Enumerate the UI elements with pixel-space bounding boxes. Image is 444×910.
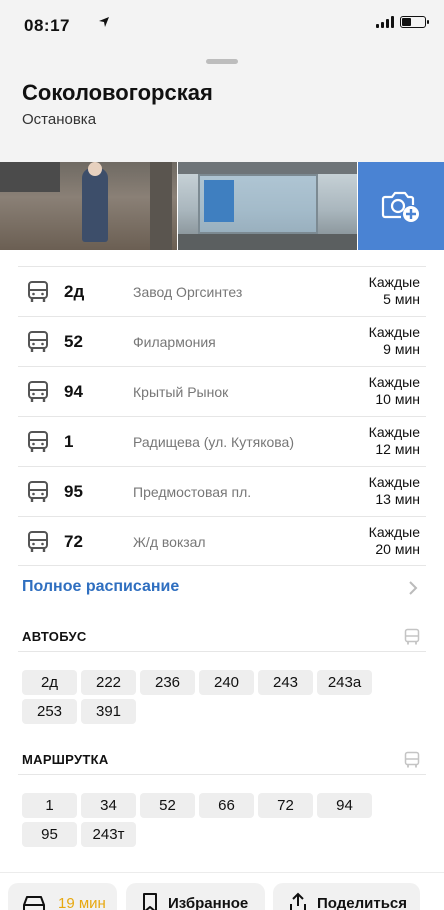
bus-icon: [28, 481, 48, 502]
route-row[interactable]: 94 Крытый Рынок Каждые 10 мин: [18, 366, 426, 416]
favorites-button[interactable]: Избранное: [126, 883, 265, 910]
share-icon: [290, 892, 306, 910]
car-icon: [23, 896, 45, 910]
route-chip[interactable]: 391: [81, 699, 136, 724]
route-number: 2д: [64, 282, 85, 301]
route-eta-button[interactable]: 19 мин: [8, 883, 117, 910]
status-time: 08:17: [24, 16, 70, 35]
bus-icon: [28, 531, 48, 552]
bus-icon: [28, 431, 48, 452]
bus-routes: 2д 222 236 240 243 243а 253 391: [22, 670, 382, 724]
route-chip[interactable]: 253: [22, 699, 77, 724]
bus-icon: [404, 628, 420, 645]
stop-subtitle: Остановка: [22, 111, 97, 128]
route-number: 95: [64, 482, 83, 501]
route-chip[interactable]: 243: [258, 670, 313, 695]
bus-icon: [28, 381, 48, 402]
route-chip[interactable]: 2д: [22, 670, 77, 695]
route-frequency: Каждые 20 мин: [368, 524, 420, 557]
stop-photo[interactable]: [178, 162, 357, 250]
add-photo-button[interactable]: [358, 162, 444, 250]
sheet-grabber[interactable]: [206, 59, 238, 64]
route-chip[interactable]: 72: [258, 793, 313, 818]
route-chip[interactable]: 94: [317, 793, 372, 818]
stop-photos: [0, 162, 444, 250]
stop-header: Соколовогорская Остановка: [0, 46, 444, 162]
signal-icon: [376, 16, 394, 28]
route-row[interactable]: 2д Завод Оргсинтез Каждые 5 мин: [18, 266, 426, 316]
route-destination: Крытый Рынок: [133, 384, 229, 400]
status-bar: 08:17: [0, 0, 444, 46]
share-button[interactable]: Поделиться: [273, 883, 420, 910]
route-number: 94: [64, 382, 83, 401]
route-destination: Завод Оргсинтез: [133, 284, 243, 300]
bus-icon: [28, 281, 48, 302]
bottom-action-bar: 19 мин Избранное Поделиться: [0, 872, 444, 910]
route-row[interactable]: 95 Предмостовая пл. Каждые 13 мин: [18, 466, 426, 516]
route-chip[interactable]: 95: [22, 822, 77, 847]
route-chip[interactable]: 243а: [317, 670, 372, 695]
route-destination: Филармония: [133, 334, 216, 350]
favorites-label: Избранное: [168, 894, 249, 910]
route-destination: Предмостовая пл.: [133, 484, 252, 500]
route-frequency: Каждые 12 мин: [368, 424, 420, 457]
minibus-section-title: МАРШРУТКА: [22, 752, 109, 767]
route-number: 72: [64, 532, 83, 551]
share-label: Поделиться: [317, 894, 408, 910]
route-destination: Ж/д вокзал: [133, 534, 206, 550]
eta-label: 19 мин: [58, 894, 106, 910]
route-chip[interactable]: 1: [22, 793, 77, 818]
battery-icon: [400, 16, 429, 28]
route-frequency: Каждые 13 мин: [368, 474, 420, 507]
route-chip[interactable]: 66: [199, 793, 254, 818]
route-chip[interactable]: 52: [140, 793, 195, 818]
route-chip[interactable]: 243т: [81, 822, 136, 847]
route-chip[interactable]: 236: [140, 670, 195, 695]
full-schedule-link[interactable]: Полное расписание: [22, 578, 179, 596]
route-number: 52: [64, 332, 83, 351]
stop-title: Соколовогорская: [22, 80, 213, 105]
route-row[interactable]: 72 Ж/д вокзал Каждые 20 мин: [18, 516, 426, 566]
route-frequency: Каждые 9 мин: [368, 324, 420, 357]
route-chip[interactable]: 34: [81, 793, 136, 818]
route-number: 1: [64, 432, 74, 451]
bus-section-title: АВТОБУС: [22, 629, 87, 644]
route-chip[interactable]: 240: [199, 670, 254, 695]
route-chip[interactable]: 222: [81, 670, 136, 695]
route-frequency: Каждые 10 мин: [368, 374, 420, 407]
chevron-right-icon: [409, 581, 418, 595]
minibus-icon: [404, 751, 420, 768]
camera-add-icon: [381, 191, 419, 222]
route-destination: Радищева (ул. Кутякова): [133, 434, 294, 450]
bookmark-icon: [143, 893, 157, 910]
routes-list: 2д Завод Оргсинтез Каждые 5 мин 52 Филармония…: [18, 266, 426, 566]
bus-icon: [28, 331, 48, 352]
minibus-routes: 1 34 52 66 72 94 95 243т: [22, 793, 382, 847]
route-row[interactable]: 1 Радищева (ул. Кутякова) Каждые 12 мин: [18, 416, 426, 466]
route-row[interactable]: 52 Филармония Каждые 9 мин: [18, 316, 426, 366]
route-frequency: Каждые 5 мин: [368, 274, 420, 307]
location-arrow-icon: [99, 17, 109, 27]
stop-photo[interactable]: [0, 162, 177, 250]
